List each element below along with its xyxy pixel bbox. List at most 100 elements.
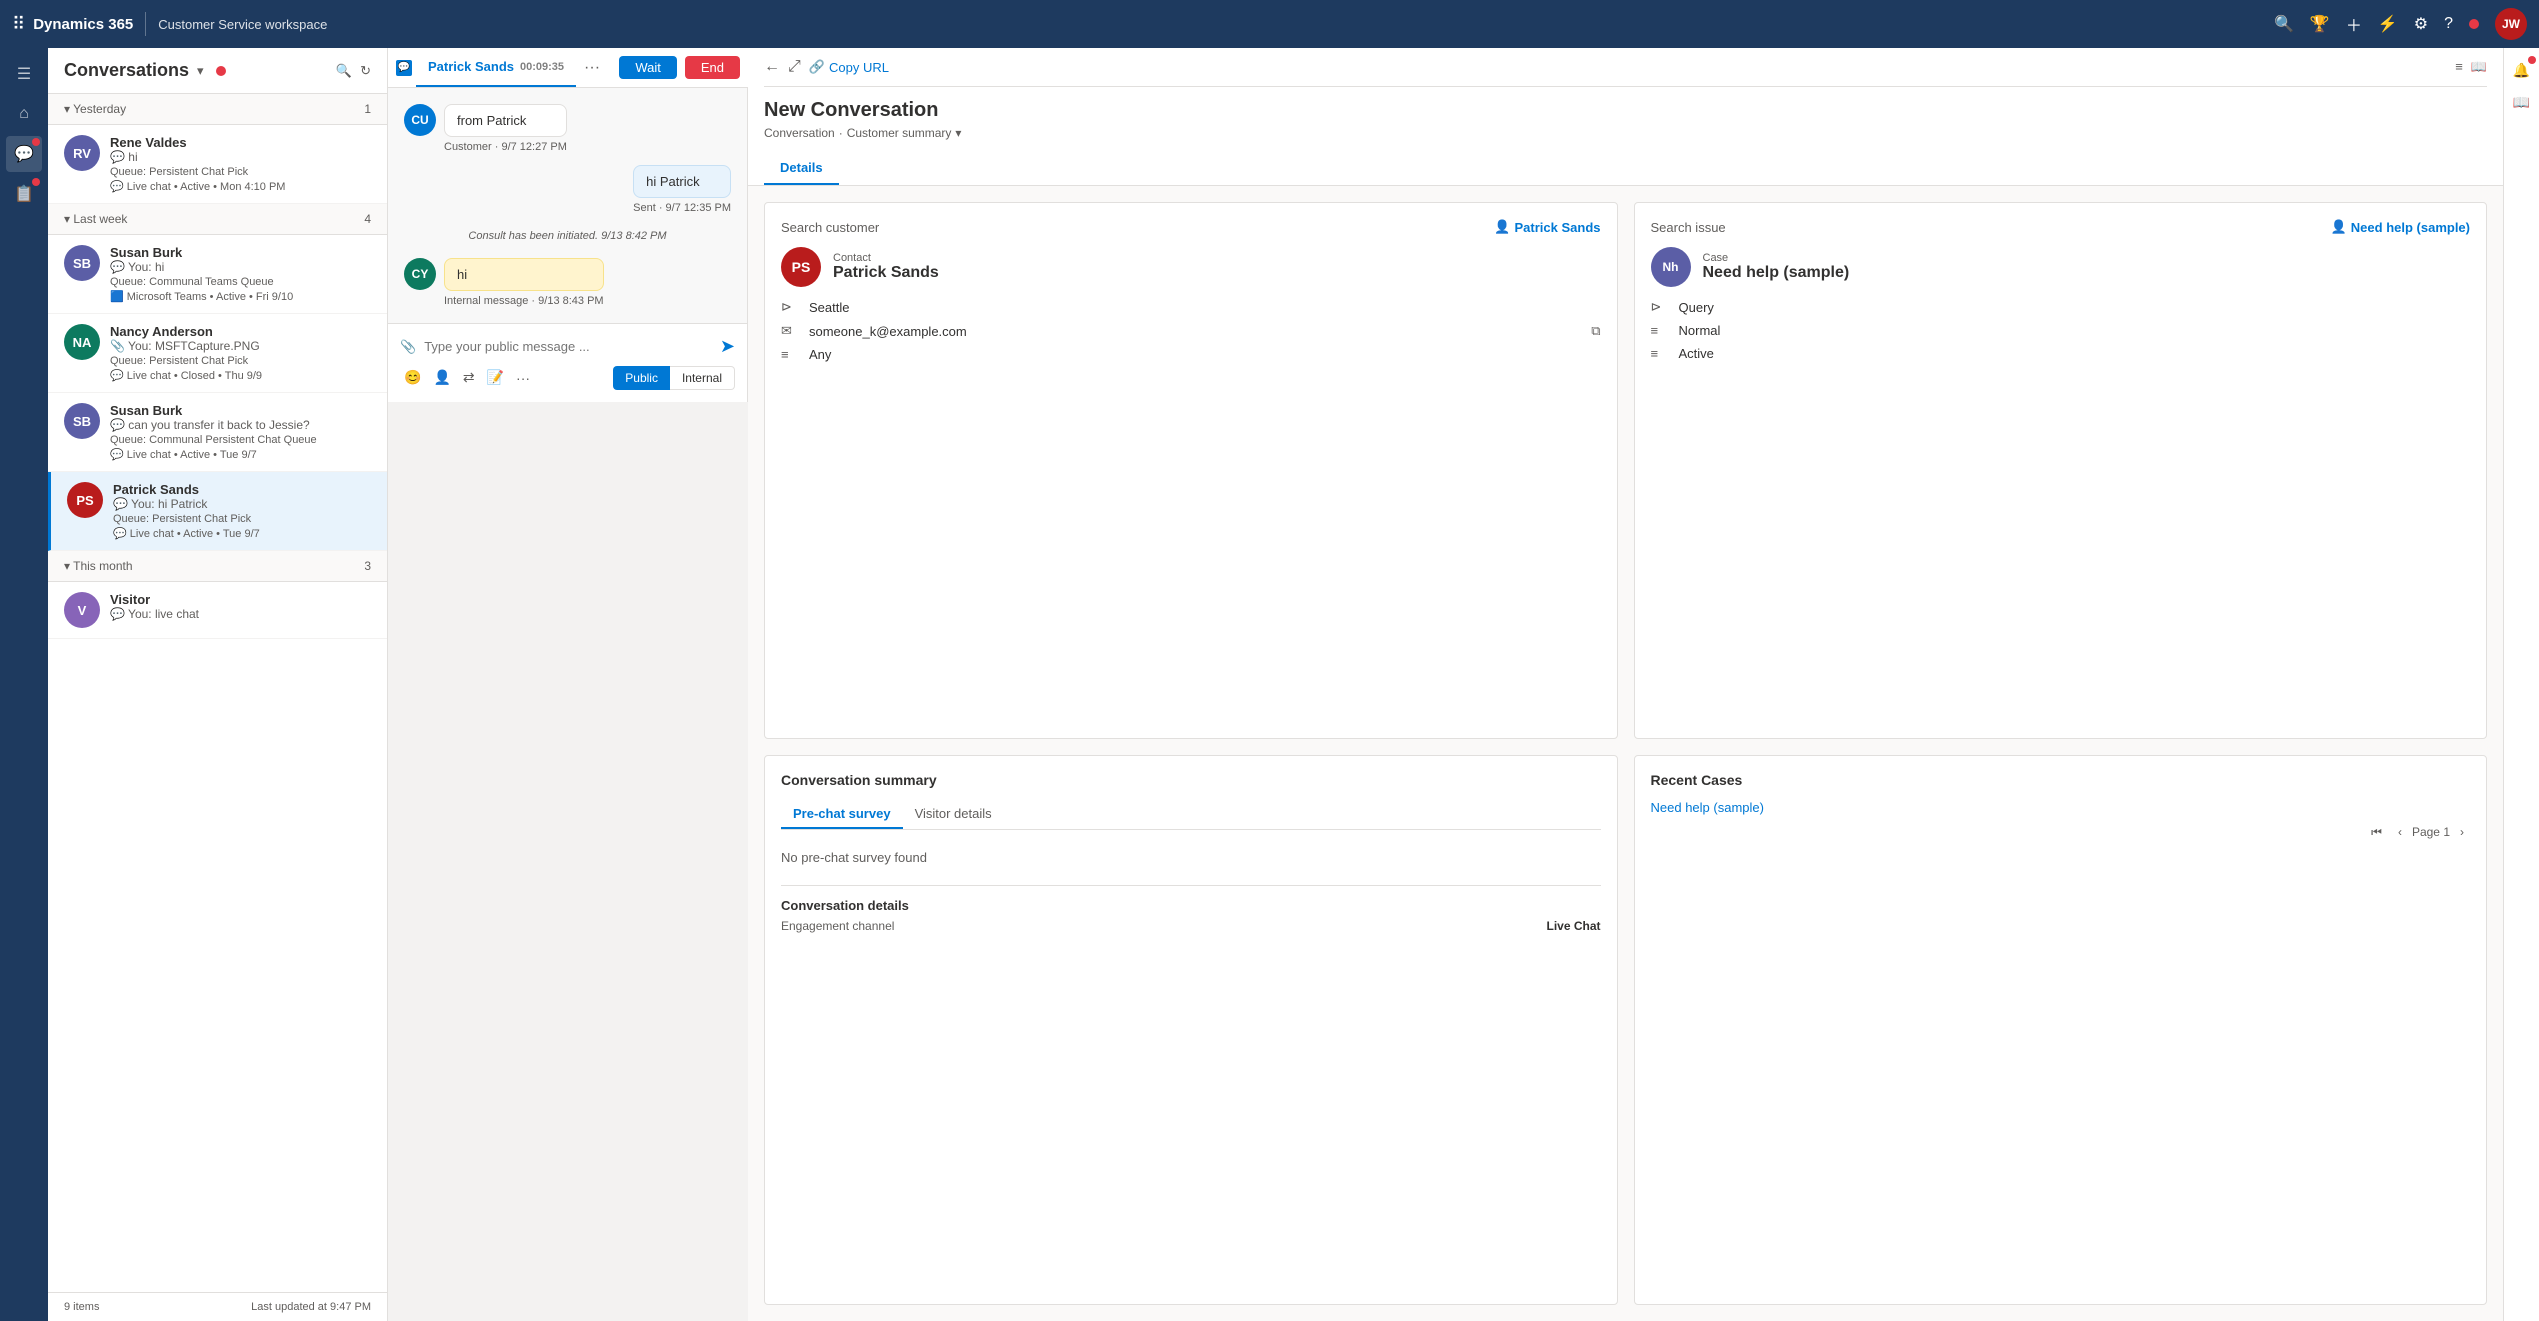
tab-contact-name: Patrick Sands	[428, 59, 514, 74]
right-sidebar-notification-btn[interactable]: 🔔	[2508, 56, 2536, 84]
conversations-list: ▾ Yesterday 1 RV Rene Valdes 💬 hi Queue:…	[48, 94, 387, 1292]
conv-name-nancy: Nancy Anderson	[110, 324, 371, 339]
back-icon[interactable]: ←	[764, 58, 780, 76]
transfer-icon[interactable]: ⇄	[459, 365, 479, 390]
page-prev-btn[interactable]: ‹	[2392, 823, 2408, 841]
issue-name-link: Need help (sample)	[2351, 220, 2470, 235]
sidebar-inbox-btn[interactable]: 📋	[6, 176, 42, 212]
copy-url-btn[interactable]: 🔗 Copy URL	[809, 59, 889, 75]
issue-card: Search issue 👤 Need help (sample) Nh Cas…	[1634, 202, 2488, 739]
section-thismonth-count: 3	[364, 559, 371, 573]
details-title-row: New Conversation Conversation · Customer…	[764, 87, 2487, 144]
wait-button[interactable]: Wait	[619, 56, 677, 79]
conv-item-susan2[interactable]: SB Susan Burk 💬 can you transfer it back…	[48, 393, 387, 472]
conv-item-susan1[interactable]: SB Susan Burk 💬 You: hi Queue: Communal …	[48, 235, 387, 314]
tab-prechat[interactable]: Pre-chat survey	[781, 800, 903, 829]
right-sidebar-book-btn[interactable]: 📖	[2508, 88, 2536, 116]
conv-item-patrick[interactable]: PS Patrick Sands 💬 You: hi Patrick Queue…	[48, 472, 387, 551]
tab-patrick-sands[interactable]: Patrick Sands 00:09:35	[416, 48, 576, 87]
search-issue-row: Search issue 👤 Need help (sample)	[1651, 219, 2471, 235]
conversations-status-dot	[216, 66, 226, 76]
last-updated: Last updated at 9:47 PM	[251, 1301, 371, 1313]
top-nav: ⠿ Dynamics 365 Customer Service workspac…	[0, 0, 2539, 48]
conv-content-susan1: Susan Burk 💬 You: hi Queue: Communal Tea…	[110, 245, 371, 303]
contact-type: Contact	[833, 252, 939, 264]
details-header-right: ≡ 📖	[2455, 59, 2487, 75]
tab-more-icon[interactable]: ···	[580, 59, 604, 77]
search-icon[interactable]: 🔍	[2274, 14, 2294, 34]
notes-icon[interactable]: 📝	[483, 365, 508, 390]
case-info: Case Need help (sample)	[1703, 252, 1850, 282]
detail-location: ⊳ Seattle	[781, 299, 1601, 315]
main-layout: ☰ ⌂ 💬 📋 Conversations ▾ 🔍 ↻	[0, 48, 2539, 1321]
waffle-icon[interactable]: ⠿	[12, 14, 25, 35]
send-icon[interactable]: ➤	[720, 336, 735, 357]
conversations-header-icons: 🔍 ↻	[336, 63, 371, 79]
page-first-btn[interactable]: ⏮	[2365, 823, 2388, 842]
conv-name-rene: Rene Valdes	[110, 135, 371, 150]
breadcrumb-chevron[interactable]: ▾	[955, 126, 961, 140]
conv-item-rene[interactable]: RV Rene Valdes 💬 hi Queue: Persistent Ch…	[48, 125, 387, 204]
settings-icon[interactable]: ⚙	[2414, 14, 2428, 34]
case-status-row: ≡ Active	[1651, 346, 2471, 361]
conv-status-susan1: 🟦 Microsoft Teams • Active • Fri 9/10	[110, 290, 371, 303]
book-icon[interactable]: 📖	[2471, 59, 2487, 75]
conv-item-nancy[interactable]: NA Nancy Anderson 📎 You: MSFTCapture.PNG…	[48, 314, 387, 393]
message-type-toggle: Public Internal	[613, 366, 735, 390]
emoji-icon[interactable]: 😊	[400, 365, 425, 390]
conv-item-visitor[interactable]: V Visitor 💬 You: live chat	[48, 582, 387, 639]
issue-link[interactable]: 👤 Need help (sample)	[2331, 219, 2470, 235]
plus-icon[interactable]: ＋	[2346, 12, 2362, 36]
email-copy-icon[interactable]: ⧉	[1591, 323, 1600, 339]
conv-queue-nancy: Queue: Persistent Chat Pick	[110, 355, 371, 367]
page-label: Page 1	[2412, 825, 2450, 839]
nav-right: 🔍 🏆 ＋ ⚡ ⚙ ? JW	[2274, 8, 2527, 40]
msg-hi-patrick: hi Patrick Sent · 9/7 12:35 PM	[404, 165, 731, 214]
recent-case-item-1[interactable]: Need help (sample)	[1651, 800, 2471, 815]
section-yesterday-label: ▾ Yesterday	[64, 102, 126, 116]
sidebar-home-btn[interactable]: ⌂	[6, 96, 42, 132]
chat-message-input[interactable]	[424, 339, 712, 354]
conversations-search-icon[interactable]: 🔍	[336, 63, 352, 79]
attachment-icon[interactable]: 📎	[400, 339, 416, 355]
tab-details[interactable]: Details	[764, 152, 839, 185]
help-icon[interactable]: ?	[2444, 15, 2453, 33]
trophy-icon[interactable]: 🏆	[2310, 14, 2330, 34]
end-button[interactable]: End	[685, 56, 740, 79]
conv-status-patrick: 💬 Live chat • Active • Tue 9/7	[113, 527, 371, 540]
sidebar-menu-btn[interactable]: ☰	[6, 56, 42, 92]
filter-icon[interactable]: ⚡	[2378, 14, 2398, 34]
tab-timer: 00:09:35	[520, 61, 564, 73]
field-icon: ≡	[781, 347, 801, 362]
customer-link-icon: 👤	[1494, 219, 1510, 235]
msg-time-agent: Sent · 9/7 12:35 PM	[633, 202, 731, 214]
tab-visitor[interactable]: Visitor details	[903, 800, 1004, 829]
chat-action-buttons: Wait End	[619, 56, 740, 79]
conversations-refresh-icon[interactable]: ↻	[360, 63, 371, 79]
page-next-btn[interactable]: ›	[2454, 823, 2470, 841]
section-yesterday[interactable]: ▾ Yesterday 1	[48, 94, 387, 125]
avatar-ps: PS	[67, 482, 103, 518]
search-customer-row: Search customer 👤 Patrick Sands	[781, 219, 1601, 235]
details-header: ← ⤢ 🔗 Copy URL ≡ 📖 New Conversation Conv…	[748, 48, 2503, 186]
issue-link-icon: 👤	[2331, 219, 2347, 235]
location-icon: ⊳	[781, 299, 801, 315]
section-thismonth[interactable]: ▾ This month 3	[48, 551, 387, 582]
section-lastweek-label: ▾ Last week	[64, 212, 127, 226]
list-view-icon[interactable]: ≡	[2455, 59, 2463, 75]
person-icon[interactable]: 👤	[429, 365, 454, 390]
user-avatar[interactable]: JW	[2495, 8, 2527, 40]
page-title: New Conversation	[764, 99, 2487, 122]
expand-icon[interactable]: ⤢	[788, 58, 801, 76]
conversations-dropdown-icon[interactable]: ▾	[197, 63, 204, 79]
customer-link[interactable]: 👤 Patrick Sands	[1494, 219, 1600, 235]
public-btn[interactable]: Public	[613, 366, 670, 390]
chat-panel: CU from Patrick Customer · 9/7 12:27 PM	[388, 88, 748, 402]
sidebar-conversations-btn[interactable]: 💬	[6, 136, 42, 172]
section-lastweek[interactable]: ▾ Last week 4	[48, 204, 387, 235]
more-icon[interactable]: ···	[512, 366, 534, 390]
msg-from-patrick: CU from Patrick Customer · 9/7 12:27 PM	[404, 104, 731, 153]
internal-btn[interactable]: Internal	[670, 366, 735, 390]
chat-messages: CU from Patrick Customer · 9/7 12:27 PM	[388, 88, 747, 323]
notification-badge	[2528, 56, 2536, 64]
